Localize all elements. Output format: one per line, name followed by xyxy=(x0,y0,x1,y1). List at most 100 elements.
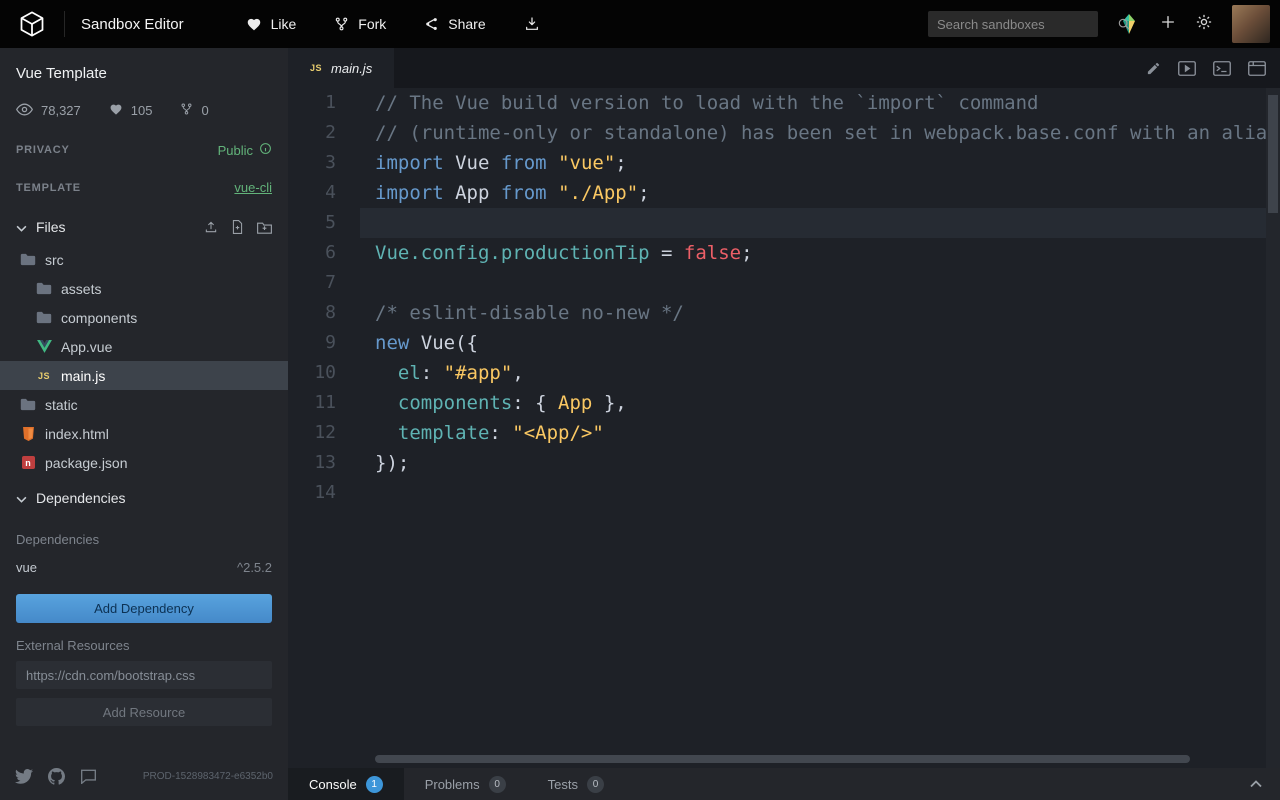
info-icon[interactable] xyxy=(259,142,272,158)
likes-count: 105 xyxy=(131,103,153,118)
gear-icon xyxy=(1195,13,1213,36)
line-content: components: { App }, xyxy=(360,388,1280,418)
new-file-icon[interactable] xyxy=(231,220,244,234)
sidebar-footer: PROD-1528983472-e6352b0 xyxy=(0,752,288,800)
code-line-13[interactable]: 13}); xyxy=(288,448,1280,478)
line-content: el: "#app", xyxy=(360,358,1280,388)
code-line-7[interactable]: 7 xyxy=(288,268,1280,298)
code-line-1[interactable]: 1// The Vue build version to load with t… xyxy=(288,88,1280,118)
privacy-label: PRIVACY xyxy=(16,144,70,156)
header-divider xyxy=(64,11,65,37)
template-row: TEMPLATE vue-cli xyxy=(0,169,288,206)
app-title: Sandbox Editor xyxy=(81,16,184,33)
problems-tab-label: Problems xyxy=(425,777,480,792)
line-number: 8 xyxy=(288,298,360,328)
code-lines: 1// The Vue build version to load with t… xyxy=(288,88,1280,508)
prettify-icon[interactable] xyxy=(1146,61,1161,76)
share-icon xyxy=(424,16,439,32)
upload-icon[interactable] xyxy=(204,220,218,234)
user-avatar[interactable] xyxy=(1232,5,1270,43)
file-tree-item-components[interactable]: components xyxy=(0,303,288,332)
file-tree-item-package.json[interactable]: npackage.json xyxy=(0,448,288,477)
dependency-row[interactable]: vue ^2.5.2 xyxy=(0,551,288,584)
vertical-scrollbar[interactable] xyxy=(1266,88,1280,768)
new-directory-icon[interactable] xyxy=(257,220,272,234)
chevron-down-icon xyxy=(16,490,27,506)
file-tree-item-index.html[interactable]: index.html xyxy=(0,419,288,448)
line-number: 7 xyxy=(288,268,360,298)
file-name: main.js xyxy=(61,368,105,384)
dependency-name: vue xyxy=(16,560,37,575)
plus-icon xyxy=(1160,14,1176,35)
code-line-11[interactable]: 11 components: { App }, xyxy=(288,388,1280,418)
file-tree-item-static[interactable]: static xyxy=(0,390,288,419)
files-section-header[interactable]: Files xyxy=(0,206,288,245)
tab-main-js[interactable]: JS main.js xyxy=(288,48,394,88)
code-line-3[interactable]: 3import Vue from "vue"; xyxy=(288,148,1280,178)
js-icon: JS xyxy=(36,371,52,381)
code-line-9[interactable]: 9new Vue({ xyxy=(288,328,1280,358)
twitter-icon[interactable] xyxy=(15,769,33,784)
file-tree-item-main.js[interactable]: JS main.js xyxy=(0,361,288,390)
console-badge: 1 xyxy=(366,776,383,793)
devtools-panel-icon[interactable] xyxy=(1248,61,1266,76)
line-number: 6 xyxy=(288,238,360,268)
code-editor[interactable]: 1// The Vue build version to load with t… xyxy=(288,88,1280,768)
horizontal-scrollbar[interactable] xyxy=(375,755,1190,763)
code-line-6[interactable]: 6Vue.config.productionTip = false; xyxy=(288,238,1280,268)
views-count: 78,327 xyxy=(41,103,81,118)
file-tree-item-App.vue[interactable]: App.vue xyxy=(0,332,288,361)
code-line-8[interactable]: 8/* eslint-disable no-new */ xyxy=(288,298,1280,328)
sandbox-stats: 78,327 105 0 xyxy=(0,82,288,131)
tab-problems[interactable]: Problems 0 xyxy=(404,768,527,800)
tests-tab-label: Tests xyxy=(548,777,578,792)
dependency-version: ^2.5.2 xyxy=(237,560,272,575)
add-resource-button[interactable]: Add Resource xyxy=(16,698,272,726)
folder-icon xyxy=(36,311,52,324)
line-number: 14 xyxy=(288,478,360,508)
collapse-panel-button[interactable] xyxy=(1250,768,1280,800)
file-name: components xyxy=(61,310,137,326)
download-icon xyxy=(524,16,540,32)
tests-badge: 0 xyxy=(587,776,604,793)
tab-tests[interactable]: Tests 0 xyxy=(527,768,625,800)
dependencies-section-header[interactable]: Dependencies xyxy=(0,477,288,516)
file-name: package.json xyxy=(45,455,128,471)
line-number: 9 xyxy=(288,328,360,358)
tab-console[interactable]: Console 1 xyxy=(288,768,404,800)
code-line-5[interactable]: 5 xyxy=(288,208,1280,238)
console-panel-icon[interactable] xyxy=(1213,61,1231,76)
editor-tabbar: JS main.js xyxy=(288,48,1280,88)
code-line-12[interactable]: 12 template: "<App/>" xyxy=(288,418,1280,448)
settings-button[interactable] xyxy=(1195,13,1213,36)
file-name: App.vue xyxy=(61,339,112,355)
github-icon[interactable] xyxy=(48,768,65,785)
like-button[interactable]: Like xyxy=(246,16,297,32)
chat-icon[interactable] xyxy=(80,769,97,784)
new-sandbox-button[interactable] xyxy=(1160,14,1176,35)
template-link[interactable]: vue-cli xyxy=(234,180,272,195)
sandbox-search xyxy=(928,11,1098,37)
code-line-14[interactable]: 14 xyxy=(288,478,1280,508)
file-tree-item-src[interactable]: src xyxy=(0,245,288,274)
search-input[interactable] xyxy=(928,17,1117,32)
search-icon[interactable] xyxy=(1117,17,1138,31)
line-number: 10 xyxy=(288,358,360,388)
code-line-4[interactable]: 4import App from "./App"; xyxy=(288,178,1280,208)
file-tree-item-assets[interactable]: assets xyxy=(0,274,288,303)
folder-icon xyxy=(20,398,36,411)
download-button[interactable] xyxy=(524,16,540,32)
codesandbox-logo[interactable] xyxy=(0,10,64,38)
file-name: assets xyxy=(61,281,101,297)
share-button[interactable]: Share xyxy=(424,16,485,32)
line-content xyxy=(360,208,1280,238)
open-preview-icon[interactable] xyxy=(1178,61,1196,76)
code-line-2[interactable]: 2// (runtime-only or standalone) has bee… xyxy=(288,118,1280,148)
file-tree: src assets components App.vue JS main.js stati… xyxy=(0,245,288,477)
header-right xyxy=(928,5,1280,43)
vertical-scrollbar-thumb[interactable] xyxy=(1268,95,1278,213)
resource-url-input[interactable] xyxy=(16,661,272,689)
add-dependency-button[interactable]: Add Dependency xyxy=(16,594,272,623)
code-line-10[interactable]: 10 el: "#app", xyxy=(288,358,1280,388)
fork-button[interactable]: Fork xyxy=(334,16,386,32)
